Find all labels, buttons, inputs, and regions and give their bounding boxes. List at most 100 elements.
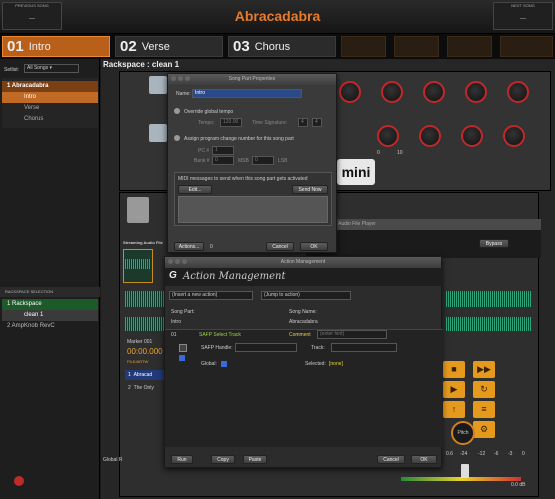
meter-db-readout: 0.0 dB bbox=[511, 482, 526, 488]
midi-messages-list[interactable] bbox=[178, 196, 328, 223]
jump-action-select[interactable]: (Jump to action) bbox=[261, 291, 351, 300]
part-empty[interactable] bbox=[447, 36, 492, 57]
part-number: 01 bbox=[7, 38, 24, 55]
volume-fader[interactable] bbox=[461, 464, 469, 478]
marker-label: Marker 001 bbox=[127, 339, 153, 345]
expand-toggle[interactable] bbox=[179, 344, 187, 352]
rackspace-selection-header: RACKSPACE SELECTION bbox=[0, 287, 100, 297]
loop-button[interactable]: ↻ bbox=[473, 381, 495, 398]
global-checkbox[interactable] bbox=[221, 361, 227, 367]
enable-checkbox[interactable] bbox=[179, 355, 185, 361]
send-now-button[interactable]: Send Now bbox=[292, 185, 328, 194]
track-select[interactable] bbox=[331, 343, 397, 352]
banner-title: Action Management bbox=[183, 271, 286, 282]
part-number: 02 bbox=[120, 38, 137, 55]
cancel-button[interactable]: Cancel bbox=[266, 242, 294, 251]
knob[interactable] bbox=[465, 81, 487, 103]
comment-input[interactable]: (enter hint) bbox=[317, 330, 387, 339]
rackspace-item[interactable]: 1 Rackspace bbox=[2, 299, 98, 310]
audio-player-titlebar: Audio File Player bbox=[306, 219, 541, 230]
insert-action-select[interactable]: (Insert a new action) bbox=[169, 291, 253, 300]
bank-lsb-input[interactable]: 0 bbox=[252, 156, 274, 165]
insert-action-value: (Insert a new action) bbox=[172, 292, 218, 298]
tempo-input[interactable]: 120.00 bbox=[220, 118, 242, 127]
track-row-1[interactable]: 1 Abracad bbox=[125, 370, 165, 380]
safp-handle-select[interactable] bbox=[235, 343, 297, 352]
midi-messages-label: MIDI messages to send when this song par… bbox=[178, 176, 308, 182]
part-name: Verse bbox=[141, 41, 170, 53]
meter-tick: 0.6 bbox=[446, 451, 453, 457]
list-button[interactable]: ≡ bbox=[473, 401, 495, 418]
meter-scale: 0.6 -24 -12 -6 -3 0 bbox=[446, 451, 546, 461]
ok-button[interactable]: OK bbox=[411, 455, 437, 464]
name-label: Name: bbox=[176, 91, 191, 97]
part-empty[interactable] bbox=[341, 36, 386, 57]
pitch-knob[interactable]: Pitch bbox=[451, 421, 475, 445]
track-num: 1 bbox=[128, 372, 131, 378]
time-signature-label: Time Signature: bbox=[252, 120, 288, 126]
track-name: Abracad bbox=[133, 372, 153, 378]
top-bar: PREVIOUS SONG --- Abracadabra NEXT SONG --… bbox=[0, 0, 555, 34]
run-button[interactable]: Run bbox=[171, 455, 193, 464]
song-part-label: Song Part: bbox=[171, 309, 195, 315]
song-title: Abracadabra bbox=[234, 8, 321, 24]
override-tempo-toggle[interactable] bbox=[174, 108, 180, 114]
knob[interactable] bbox=[503, 125, 525, 147]
part-empty[interactable] bbox=[394, 36, 439, 57]
safp-handle-label: SAFP Handle: bbox=[201, 345, 233, 351]
button-widget[interactable] bbox=[149, 76, 167, 94]
knob-tick-max: 10 bbox=[397, 150, 403, 156]
bank-msb-input[interactable]: 0 bbox=[212, 156, 234, 165]
actions-button[interactable]: Actions... bbox=[174, 242, 204, 251]
knob[interactable] bbox=[423, 81, 445, 103]
knob[interactable] bbox=[419, 125, 441, 147]
zoom-icon[interactable] bbox=[185, 76, 190, 81]
time-sig-denominator[interactable]: 4 bbox=[312, 118, 322, 127]
song-parts-bar: 01 Intro 02 Verse 03 Chorus bbox=[0, 34, 555, 59]
part-chorus[interactable]: 03 Chorus bbox=[228, 36, 336, 57]
variation-item[interactable]: clean 1 bbox=[2, 310, 98, 321]
minimize-icon[interactable] bbox=[178, 76, 183, 81]
song-name-label: Song Name: bbox=[289, 309, 317, 315]
knob[interactable] bbox=[377, 125, 399, 147]
song-part-value: Intro bbox=[171, 319, 182, 325]
setlist-select[interactable]: All Songs ▾ bbox=[24, 64, 79, 73]
knob[interactable] bbox=[381, 81, 403, 103]
play-button[interactable]: ▶ bbox=[443, 381, 465, 398]
ok-button[interactable]: OK bbox=[300, 242, 328, 251]
part-empty[interactable] bbox=[500, 36, 553, 57]
stop-button[interactable]: ■ bbox=[443, 361, 465, 378]
settings-button[interactable]: ⚙ bbox=[473, 421, 495, 438]
close-icon[interactable] bbox=[168, 259, 173, 264]
song-part-chorus[interactable]: Chorus bbox=[2, 114, 98, 125]
meter-tick: -3 bbox=[508, 451, 513, 457]
pc-input[interactable]: 1 bbox=[212, 146, 234, 155]
forward-button[interactable]: ▶▶ bbox=[473, 361, 495, 378]
record-icon[interactable] bbox=[14, 476, 24, 486]
next-song-button[interactable]: NEXT SONG --- bbox=[493, 2, 553, 30]
knob[interactable] bbox=[461, 125, 483, 147]
button-widget[interactable] bbox=[149, 124, 167, 142]
song-part-verse[interactable]: Verse bbox=[2, 103, 98, 114]
song-part-intro[interactable]: Intro bbox=[2, 92, 98, 103]
knob[interactable] bbox=[339, 81, 361, 103]
copy-button[interactable]: Copy bbox=[211, 455, 235, 464]
bypass-button[interactable]: Bypass bbox=[479, 239, 509, 248]
minimize-icon[interactable] bbox=[175, 259, 180, 264]
name-input[interactable]: Intro bbox=[192, 89, 302, 98]
knob[interactable] bbox=[507, 81, 529, 103]
part-intro[interactable]: 01 Intro bbox=[2, 36, 110, 57]
assign-pc-toggle[interactable] bbox=[174, 135, 180, 141]
rackspace-item[interactable]: 2 AmpKnob RevC bbox=[2, 321, 98, 332]
time-sig-numerator[interactable]: 4 bbox=[298, 118, 308, 127]
paste-button[interactable]: Paste bbox=[243, 455, 267, 464]
track-row-2[interactable]: 2 The Only bbox=[125, 383, 165, 393]
song-item-abracadabra[interactable]: 1 Abracadabra bbox=[2, 81, 98, 92]
close-icon[interactable] bbox=[171, 76, 176, 81]
edit-midi-button[interactable]: Edit... bbox=[178, 185, 212, 194]
pad-button[interactable]: ↑ bbox=[443, 401, 465, 418]
time-display: 00:00.000 bbox=[127, 347, 163, 356]
part-verse[interactable]: 02 Verse bbox=[115, 36, 223, 57]
zoom-icon[interactable] bbox=[182, 259, 187, 264]
cancel-button[interactable]: Cancel bbox=[377, 455, 405, 464]
